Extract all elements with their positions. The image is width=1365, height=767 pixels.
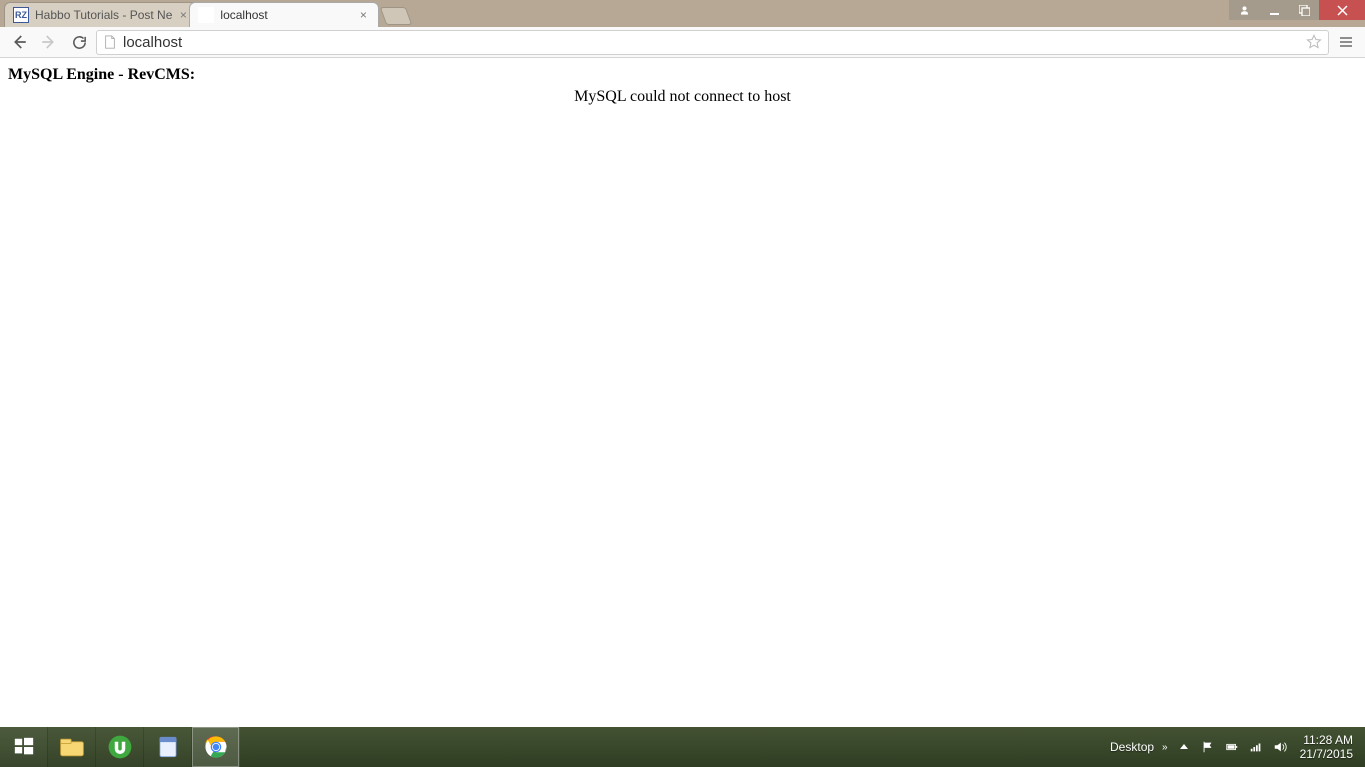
tab-title: localhost — [220, 8, 352, 22]
page-icon — [198, 7, 214, 23]
clock-time: 11:28 AM — [1300, 733, 1353, 747]
flag-icon[interactable] — [1200, 739, 1216, 755]
minimize-button[interactable] — [1259, 0, 1289, 20]
chrome-icon — [202, 733, 230, 761]
back-button[interactable] — [6, 29, 32, 55]
start-button[interactable] — [0, 727, 48, 767]
url-input[interactable] — [123, 34, 1300, 51]
favicon-rz: RZ — [13, 7, 29, 23]
page-icon — [103, 35, 117, 49]
desktop-toolbar-label[interactable]: Desktop — [1110, 740, 1154, 754]
window-controls — [1229, 0, 1365, 27]
close-button[interactable] — [1319, 0, 1365, 20]
battery-icon[interactable] — [1224, 739, 1240, 755]
page-heading: MySQL Engine - RevCMS: — [8, 66, 1357, 84]
tab-habbo-tutorials[interactable]: RZ Habbo Tutorials - Post Ne × — [4, 2, 199, 27]
user-icon[interactable] — [1229, 0, 1259, 20]
taskbar-chrome[interactable] — [192, 727, 240, 767]
system-tray: Desktop » 11:28 AM 21/7/2015 — [1106, 727, 1365, 767]
tab-title: Habbo Tutorials - Post Ne — [35, 8, 172, 22]
taskbar-file-explorer[interactable] — [48, 727, 96, 767]
forward-button[interactable] — [36, 29, 62, 55]
volume-icon[interactable] — [1272, 739, 1288, 755]
close-icon[interactable]: × — [176, 8, 190, 22]
file-explorer-icon — [58, 733, 86, 761]
browser-titlebar: RZ Habbo Tutorials - Post Ne × localhost… — [0, 0, 1365, 27]
utorrent-icon — [106, 733, 134, 761]
clock-date: 21/7/2015 — [1300, 747, 1353, 761]
chrome-menu-button[interactable] — [1333, 29, 1359, 55]
tab-strip: RZ Habbo Tutorials - Post Ne × localhost… — [0, 0, 409, 27]
bookmark-star-icon[interactable] — [1306, 34, 1322, 50]
page-content: MySQL Engine - RevCMS: MySQL could not c… — [0, 58, 1365, 727]
taskbar-notepad[interactable] — [144, 727, 192, 767]
taskbar-clock[interactable]: 11:28 AM 21/7/2015 — [1296, 733, 1361, 762]
taskbar-utorrent[interactable] — [96, 727, 144, 767]
reload-button[interactable] — [66, 29, 92, 55]
address-bar[interactable] — [96, 30, 1329, 55]
windows-taskbar: Desktop » 11:28 AM 21/7/2015 — [0, 727, 1365, 767]
tray-overflow-icon[interactable]: » — [1162, 742, 1168, 753]
notepad-icon — [154, 733, 182, 761]
new-tab-button[interactable] — [380, 7, 413, 25]
tray-up-icon[interactable] — [1176, 739, 1192, 755]
maximize-button[interactable] — [1289, 0, 1319, 20]
browser-toolbar — [0, 27, 1365, 58]
tab-localhost[interactable]: localhost × — [189, 2, 379, 27]
close-icon[interactable]: × — [356, 8, 370, 22]
network-icon[interactable] — [1248, 739, 1264, 755]
error-message: MySQL could not connect to host — [8, 88, 1357, 106]
